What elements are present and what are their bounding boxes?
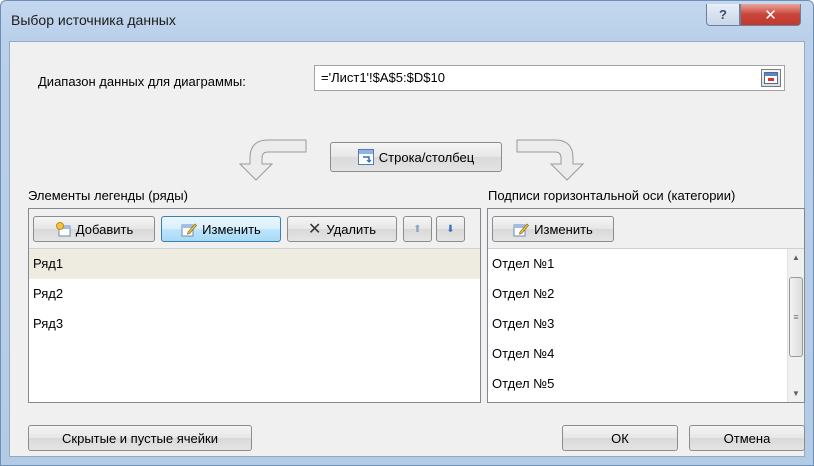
category-list-item[interactable]: Отдел №5 <box>488 369 787 399</box>
axis-section-label-text: Подписи горизонтальной оси (категории) <box>488 188 736 203</box>
axis-toolbar: Изменить <box>488 209 804 249</box>
category-list-item[interactable]: Отдел №3 <box>488 309 787 339</box>
left-curved-arrow-icon <box>238 139 307 181</box>
axis-section-label: Подписи горизонтальной оси (категории) <box>488 188 735 203</box>
edit-series-button[interactable]: Изменить <box>161 216 281 242</box>
range-select-icon <box>764 72 778 84</box>
hidden-empty-cells-button[interactable]: Скрытые и пустые ячейки <box>28 425 252 451</box>
edit-categories-button[interactable]: Изменить <box>492 216 614 242</box>
switch-row-column-icon <box>357 149 374 165</box>
series-list-item[interactable]: Ряд3 <box>29 309 480 339</box>
ok-button[interactable]: ОК <box>562 425 678 451</box>
scroll-thumb[interactable]: ≡ <box>789 277 803 357</box>
category-list-item[interactable]: Отдел №1 <box>488 249 787 279</box>
scroll-up-icon[interactable]: ▲ <box>788 249 804 266</box>
legend-section-label: Элементы легенды (ряды) <box>28 188 188 203</box>
close-button[interactable]: ✕ <box>740 4 801 26</box>
legend-toolbar: Добавить Изменить ✕ Удалить ⬆ ⬇ <box>29 209 480 249</box>
ok-label: ОК <box>611 430 629 446</box>
add-icon <box>55 222 71 237</box>
cancel-button[interactable]: Отмена <box>689 425 805 451</box>
delete-icon: ✕ <box>307 221 322 238</box>
cancel-label: Отмена <box>723 430 771 446</box>
series-list-item[interactable]: Ряд2 <box>29 279 480 309</box>
switch-row-column-label: Строка/столбец <box>378 149 475 165</box>
collapse-dialog-button[interactable] <box>761 69 781 87</box>
title-bar[interactable]: Выбор источника данных ? ✕ <box>1 1 813 37</box>
add-series-button[interactable]: Добавить <box>33 216 155 242</box>
dialog-window: Выбор источника данных ? ✕ Диапазон данн… <box>0 0 814 466</box>
help-button[interactable]: ? <box>706 4 740 26</box>
dialog-body: Диапазон данных для диаграммы: ='Лист1'!… <box>9 41 805 457</box>
dialog-title: Выбор источника данных <box>11 12 176 28</box>
range-label: Диапазон данных для диаграммы: <box>38 74 246 89</box>
series-list-item[interactable]: Ряд1 <box>29 249 480 279</box>
switch-row-column-button[interactable]: Строка/столбец <box>330 142 502 172</box>
help-icon: ? <box>719 7 727 22</box>
arrow-up-icon: ⬆ <box>413 223 422 235</box>
legend-panel: Добавить Изменить ✕ Удалить ⬆ ⬇ Ряд1 Ряд… <box>28 208 481 403</box>
edit-series-label: Изменить <box>202 221 261 237</box>
move-down-button[interactable]: ⬇ <box>436 216 465 242</box>
scroll-down-icon[interactable]: ▼ <box>788 385 804 402</box>
arrow-down-icon: ⬇ <box>446 223 455 235</box>
category-list-item[interactable]: Отдел №4 <box>488 339 787 369</box>
delete-series-label: Удалить <box>326 221 377 237</box>
range-label-text: Диапазон данных для диаграммы: <box>38 74 246 89</box>
close-icon: ✕ <box>764 6 777 24</box>
legend-section-label-text: Элементы легенды (ряды) <box>28 188 188 203</box>
edit-categories-label: Изменить <box>534 221 593 237</box>
edit-icon <box>181 223 198 237</box>
delete-series-button[interactable]: ✕ Удалить <box>287 216 397 242</box>
category-scrollbar[interactable]: ▲ ≡ ▼ <box>787 249 804 402</box>
add-series-label: Добавить <box>75 221 134 237</box>
right-curved-arrow-icon <box>516 139 585 181</box>
axis-panel: Изменить Отдел №1 Отдел №2 Отдел №3 Отдел №… <box>487 208 805 403</box>
range-value: ='Лист1'!$A$5:$D$10 <box>321 70 445 85</box>
range-input[interactable]: ='Лист1'!$A$5:$D$10 <box>314 65 785 91</box>
move-up-button[interactable]: ⬆ <box>403 216 432 242</box>
hidden-empty-cells-label: Скрытые и пустые ячейки <box>62 430 218 446</box>
edit-icon <box>513 223 530 237</box>
category-list-item[interactable]: Отдел №2 <box>488 279 787 309</box>
